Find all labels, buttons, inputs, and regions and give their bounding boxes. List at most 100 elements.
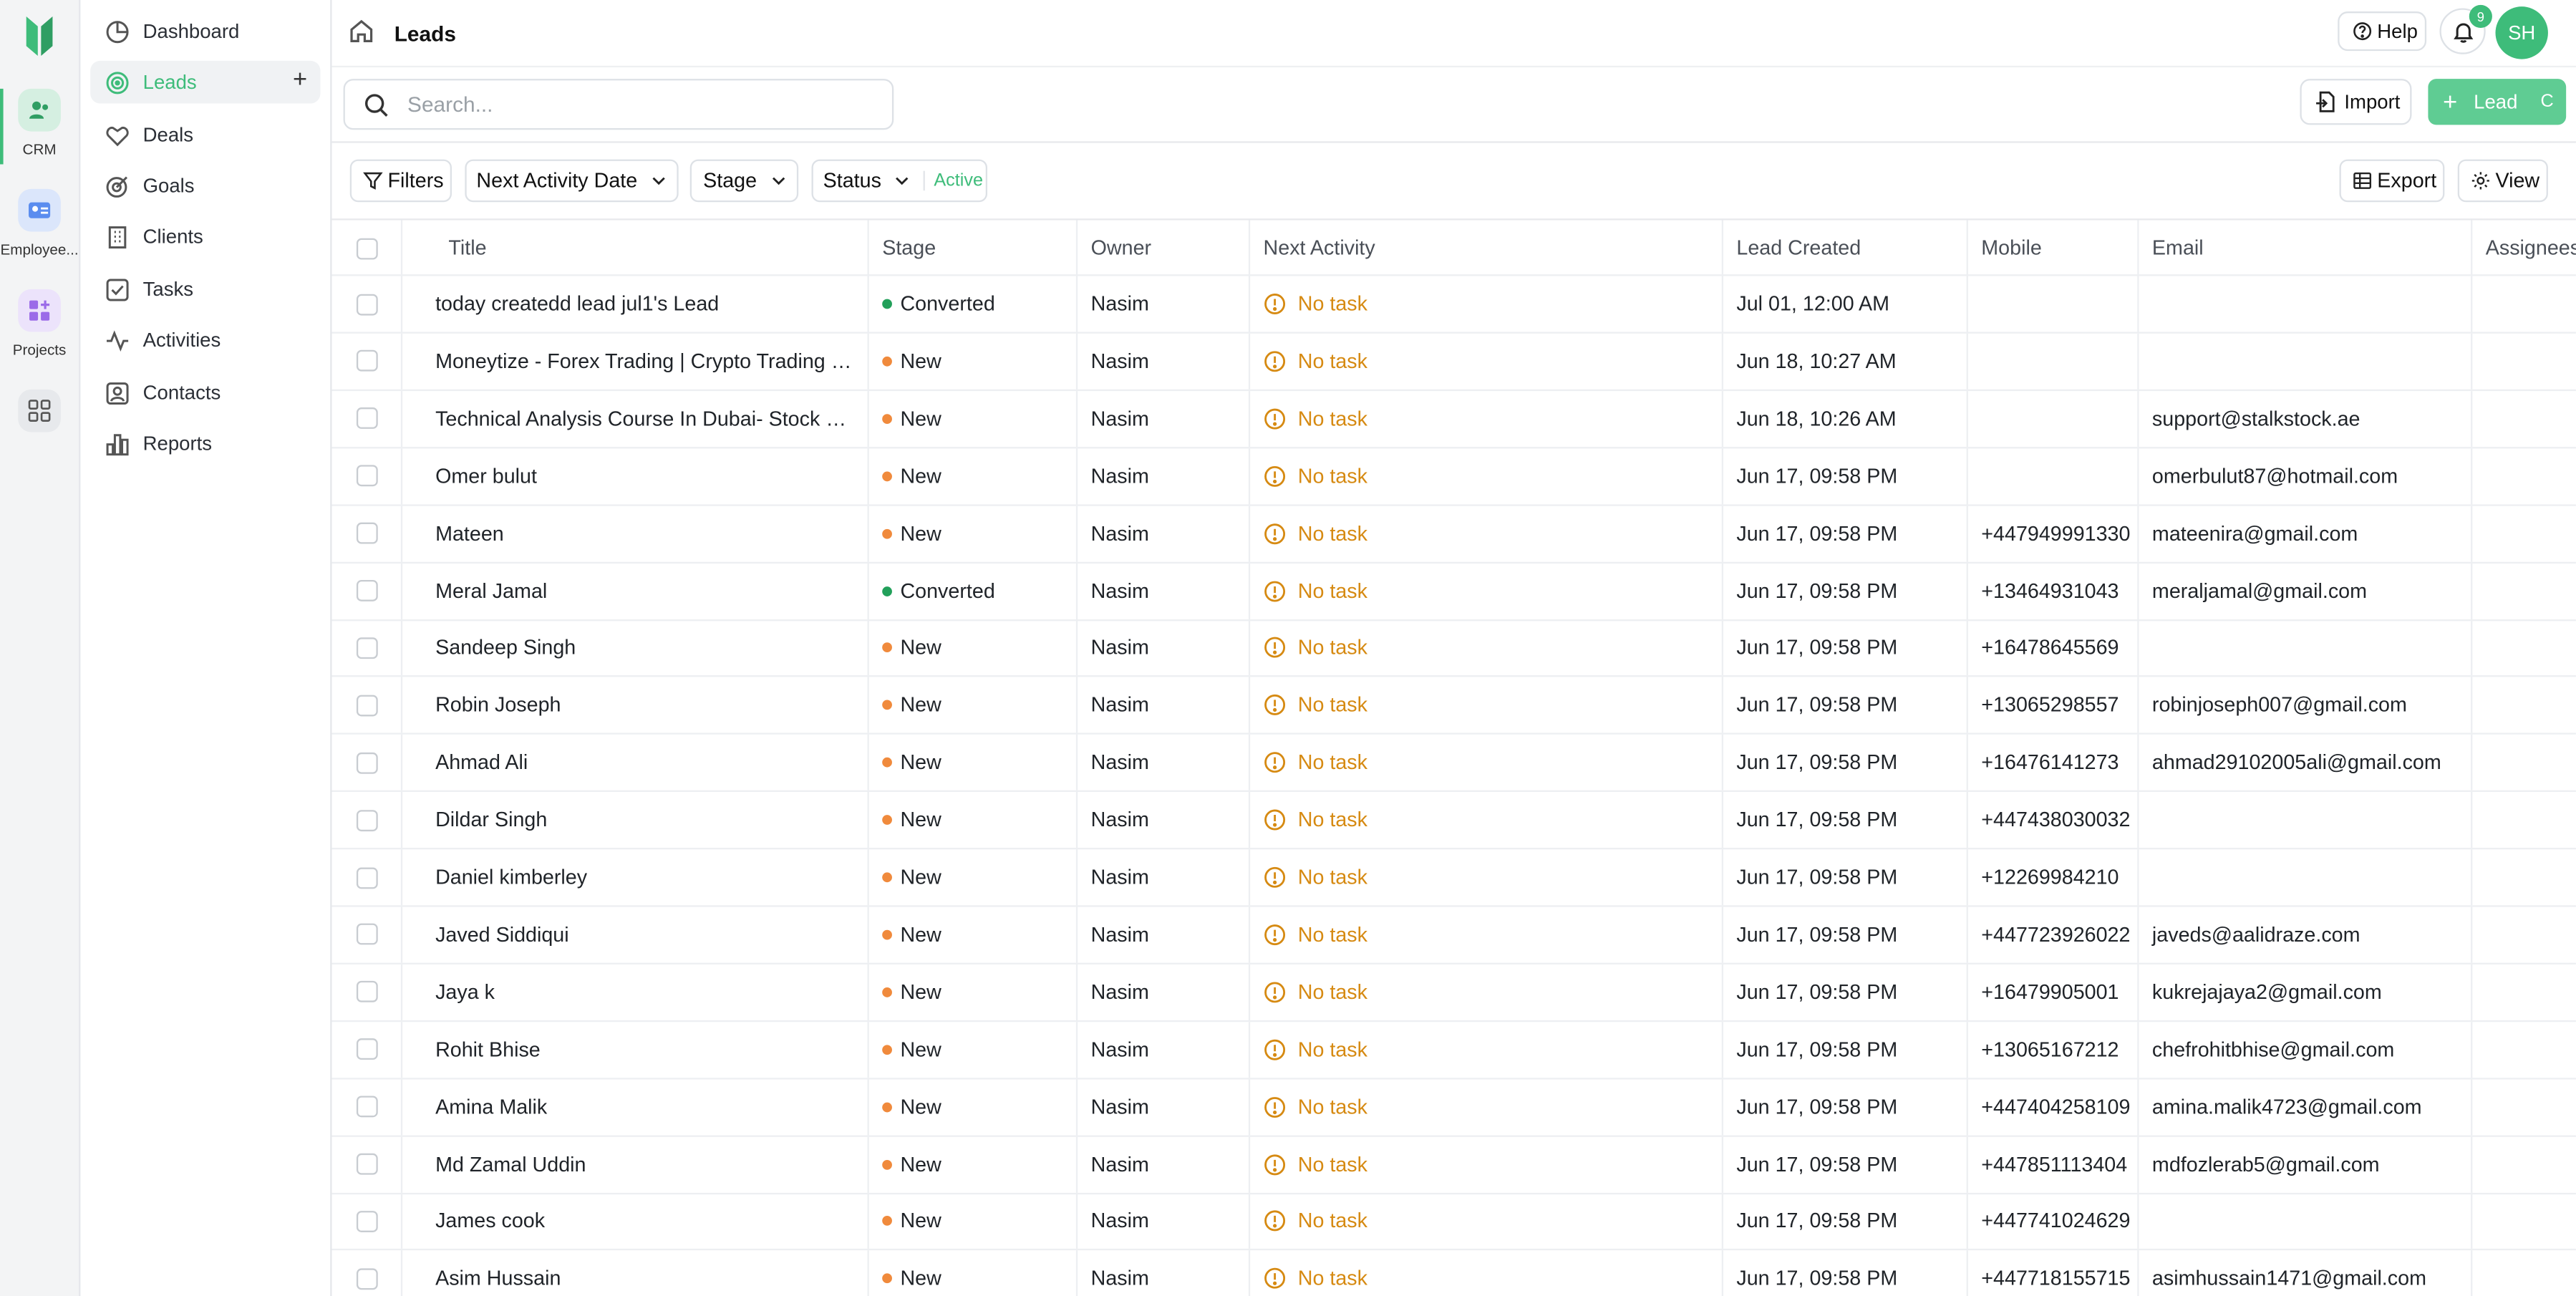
sidebar-item-tasks[interactable]: Tasks bbox=[90, 268, 320, 311]
row-checkbox[interactable] bbox=[355, 465, 377, 487]
sidebar-item-contacts[interactable]: Contacts bbox=[90, 372, 320, 415]
view-button[interactable]: View bbox=[2457, 159, 2548, 203]
sidebar-item-dashboard[interactable]: Dashboard bbox=[90, 10, 320, 53]
table-row[interactable]: Robin Joseph New Nasim No task Jun 17, 09:58… bbox=[331, 677, 2576, 735]
help-button[interactable]: Help bbox=[2338, 11, 2427, 52]
next-activity-indicator[interactable]: No task bbox=[1264, 349, 1367, 373]
lead-title-link[interactable]: Omer bulut bbox=[435, 465, 856, 488]
column-header-owner[interactable]: Owner bbox=[1078, 220, 1251, 276]
row-checkbox[interactable] bbox=[355, 1038, 377, 1060]
next-activity-indicator[interactable]: No task bbox=[1264, 579, 1367, 602]
table-row[interactable]: Technical Analysis Course In Dubai- Stoc… bbox=[331, 390, 2576, 448]
table-row[interactable]: Asim Hussain New Nasim No task Jun 17, 09:58… bbox=[332, 1250, 2576, 1296]
column-header-assignees[interactable]: Assignees bbox=[2472, 220, 2576, 276]
table-row[interactable]: Omer bulut New Nasim No task Jun 17, 09:58 P… bbox=[331, 448, 2576, 506]
next-activity-indicator[interactable]: No task bbox=[1264, 1038, 1367, 1061]
column-header-mobile[interactable]: Mobile bbox=[1968, 220, 2139, 276]
sidebar-item-leads[interactable]: Leads + bbox=[90, 60, 321, 104]
lead-title-link[interactable]: James cook bbox=[435, 1210, 856, 1233]
next-activity-indicator[interactable]: No task bbox=[1264, 1210, 1367, 1233]
table-row[interactable]: Mateen New Nasim No task Jun 17, 09:58 PM +44… bbox=[331, 505, 2576, 564]
column-header-lead-created[interactable]: Lead Created bbox=[1723, 220, 1968, 276]
row-checkbox[interactable] bbox=[355, 293, 377, 315]
table-row[interactable]: Dildar Singh New Nasim No task Jun 17, 09:58… bbox=[331, 792, 2576, 850]
column-header-title[interactable]: Title bbox=[402, 220, 869, 276]
row-checkbox[interactable] bbox=[355, 695, 377, 716]
next-activity-indicator[interactable]: No task bbox=[1264, 808, 1367, 831]
lead-title-link[interactable]: Rohit Bhise bbox=[435, 1038, 856, 1060]
import-button[interactable]: Import bbox=[2300, 79, 2412, 125]
rail-item-projects[interactable]: Projects bbox=[0, 289, 79, 358]
lead-title-link[interactable]: Sandeep Singh bbox=[435, 637, 856, 659]
table-row[interactable]: Rohit Bhise New Nasim No task Jun 17, 09:58 … bbox=[331, 1021, 2576, 1079]
next-activity-indicator[interactable]: No task bbox=[1264, 407, 1367, 430]
lead-title-link[interactable]: Mateen bbox=[435, 522, 856, 545]
table-row[interactable]: Amina Malik New Nasim No task Jun 17, 09:58 … bbox=[331, 1078, 2576, 1136]
row-checkbox[interactable] bbox=[355, 752, 377, 774]
next-activity-indicator[interactable]: No task bbox=[1264, 923, 1367, 946]
next-activity-indicator[interactable]: No task bbox=[1264, 751, 1367, 774]
next-activity-indicator[interactable]: No task bbox=[1264, 980, 1367, 1004]
row-checkbox[interactable] bbox=[355, 809, 377, 831]
table-row[interactable]: Jaya k New Nasim No task Jun 17, 09:58 PM +16… bbox=[331, 964, 2576, 1022]
row-checkbox[interactable] bbox=[355, 981, 377, 1003]
next-activity-indicator[interactable]: No task bbox=[1264, 1267, 1367, 1290]
table-row[interactable]: Sandeep Singh New Nasim No task Jun 17, 09:5… bbox=[331, 619, 2576, 678]
sidebar-item-deals[interactable]: Deals bbox=[90, 113, 320, 156]
next-activity-indicator[interactable]: No task bbox=[1264, 866, 1367, 889]
next-activity-indicator[interactable]: No task bbox=[1264, 637, 1367, 659]
lead-title-link[interactable]: Dildar Singh bbox=[435, 808, 856, 831]
row-checkbox[interactable] bbox=[355, 522, 377, 544]
add-lead-button[interactable]: + Lead C bbox=[2428, 79, 2567, 125]
lead-title-link[interactable]: Moneytize - Forex Trading | Crypto Tradi… bbox=[435, 349, 856, 372]
lead-title-link[interactable]: Asim Hussain bbox=[435, 1267, 856, 1290]
lead-title-link[interactable]: Amina Malik bbox=[435, 1096, 856, 1118]
next-activity-indicator[interactable]: No task bbox=[1264, 694, 1367, 717]
lead-title-link[interactable]: Ahmad Ali bbox=[435, 751, 856, 774]
rail-item-crm[interactable]: CRM bbox=[0, 88, 79, 158]
table-row[interactable]: Daniel kimberley New Nasim No task Jun 17, 0… bbox=[331, 849, 2576, 907]
sidebar-item-activities[interactable]: Activities bbox=[90, 319, 320, 362]
home-icon[interactable] bbox=[348, 18, 374, 44]
table-row[interactable]: James cook New Nasim No task Jun 17, 09:58 P… bbox=[331, 1193, 2576, 1252]
next-activity-indicator[interactable]: No task bbox=[1264, 522, 1367, 545]
filters-button[interactable]: Filters bbox=[349, 159, 452, 203]
lead-title-link[interactable]: Javed Siddiqui bbox=[435, 923, 856, 946]
next-activity-indicator[interactable]: No task bbox=[1264, 465, 1367, 488]
sidebar-item-reports[interactable]: Reports bbox=[90, 422, 320, 465]
row-checkbox[interactable] bbox=[355, 1153, 377, 1175]
next-activity-date-dropdown[interactable]: Next Activity Date bbox=[465, 159, 679, 203]
row-checkbox[interactable] bbox=[355, 350, 377, 372]
add-lead-plus-icon[interactable]: + bbox=[293, 67, 307, 94]
user-avatar[interactable]: SH bbox=[2495, 6, 2548, 59]
status-dropdown[interactable]: Status Active bbox=[811, 159, 988, 203]
search-input[interactable] bbox=[404, 90, 871, 119]
table-row[interactable]: Javed Siddiqui New Nasim No task Jun 17, 09:… bbox=[331, 906, 2576, 964]
sidebar-item-goals[interactable]: Goals bbox=[90, 164, 320, 207]
lead-title-link[interactable]: Robin Joseph bbox=[435, 694, 856, 717]
lead-title-link[interactable]: today createdd lead jul1's Lead bbox=[435, 292, 856, 315]
row-checkbox[interactable] bbox=[355, 866, 377, 889]
next-activity-indicator[interactable]: No task bbox=[1264, 1096, 1367, 1118]
table-row[interactable]: Md Zamal Uddin New Nasim No task Jun 17, 09:… bbox=[331, 1136, 2576, 1194]
column-header-next-activity[interactable]: Next Activity bbox=[1250, 220, 1724, 276]
table-row[interactable]: Meral Jamal Converted Nasim No task Jun 17, … bbox=[331, 562, 2576, 621]
export-button[interactable]: Export bbox=[2339, 159, 2445, 203]
lead-title-link[interactable]: Meral Jamal bbox=[435, 579, 856, 602]
rail-item-employees[interactable]: Employee... bbox=[0, 188, 79, 258]
next-activity-indicator[interactable]: No task bbox=[1264, 1153, 1367, 1176]
table-row[interactable]: Moneytize - Forex Trading | Crypto Tradi… bbox=[331, 333, 2576, 391]
row-checkbox[interactable] bbox=[355, 1210, 377, 1232]
lead-title-link[interactable]: Daniel kimberley bbox=[435, 866, 856, 889]
lead-title-link[interactable]: Jaya k bbox=[435, 980, 856, 1003]
table-row[interactable]: Ahmad Ali New Nasim No task Jun 17, 09:58 PM… bbox=[331, 735, 2576, 793]
row-checkbox[interactable] bbox=[355, 637, 377, 659]
rail-item-apps[interactable] bbox=[0, 389, 79, 432]
row-checkbox[interactable] bbox=[355, 579, 377, 601]
column-header-stage[interactable]: Stage bbox=[869, 220, 1078, 276]
row-checkbox[interactable] bbox=[355, 1267, 377, 1290]
row-checkbox[interactable] bbox=[355, 924, 377, 946]
next-activity-indicator[interactable]: No task bbox=[1264, 292, 1367, 316]
row-checkbox[interactable] bbox=[355, 407, 377, 430]
lead-title-link[interactable]: Technical Analysis Course In Dubai- Stoc… bbox=[435, 407, 856, 430]
